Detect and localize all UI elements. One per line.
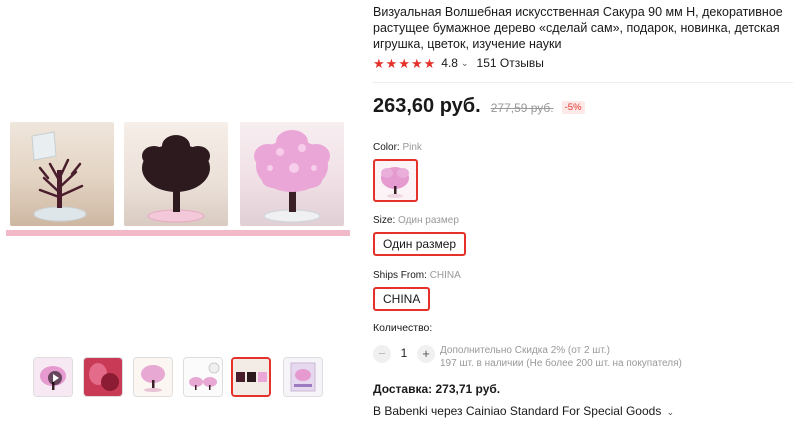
product-photo-step-3 bbox=[240, 122, 344, 226]
thumbnail-strip bbox=[33, 357, 323, 397]
price-row: 263,60 руб. 277,59 руб. -5% bbox=[373, 95, 585, 118]
quantity-stepper: − 1 + bbox=[373, 344, 435, 364]
old-price: 277,59 руб. bbox=[490, 101, 554, 115]
star-icon: ★ bbox=[410, 55, 423, 71]
quantity-label: Количество: bbox=[373, 322, 433, 334]
star-icon: ★ bbox=[385, 55, 398, 71]
rating-value: 4.8 bbox=[441, 56, 458, 70]
thumbnail-3[interactable] bbox=[133, 357, 173, 397]
color-value: Pink bbox=[402, 142, 422, 153]
thumbnail-2[interactable] bbox=[83, 357, 123, 397]
rating-stars: ★ ★ ★ ★ ★ bbox=[373, 57, 435, 70]
reviews-count[interactable]: 151 Отзывы bbox=[477, 56, 544, 70]
color-label: Color: Pink bbox=[373, 142, 422, 153]
shipping-method[interactable]: В Babenki через Cainiao Standard For Spe… bbox=[373, 404, 674, 418]
thumbnail-video[interactable] bbox=[33, 357, 73, 397]
ships-from-label: Ships From: CHINA bbox=[373, 270, 461, 281]
star-icon: ★ bbox=[398, 55, 410, 71]
chevron-down-icon[interactable]: ⌄ bbox=[461, 58, 469, 69]
quantity-info: Дополнительно Скидка 2% (от 2 шт.) 197 ш… bbox=[440, 344, 682, 370]
main-product-image[interactable] bbox=[6, 118, 350, 236]
quantity-value[interactable]: 1 bbox=[395, 346, 413, 360]
size-option-button[interactable]: Один размер bbox=[373, 232, 467, 256]
product-photo-step-2 bbox=[124, 122, 228, 226]
image-bottom-strip bbox=[6, 230, 350, 236]
thumbnail-6[interactable] bbox=[283, 357, 323, 397]
ships-from-option-button[interactable]: CHINA bbox=[373, 287, 431, 311]
play-icon bbox=[48, 371, 62, 385]
chevron-down-icon[interactable]: ⌄ bbox=[667, 407, 675, 417]
rating-row[interactable]: ★ ★ ★ ★ ★ 4.8 ⌄ 151 Отзывы bbox=[373, 55, 544, 71]
quantity-plus-button[interactable]: + bbox=[417, 345, 435, 363]
product-photo-step-1 bbox=[10, 122, 114, 226]
thumbnail-5-selected[interactable] bbox=[231, 357, 271, 397]
delivery-cost: Доставка: 273,71 руб. bbox=[373, 382, 501, 396]
divider bbox=[373, 82, 793, 83]
product-title: Визуальная Волшебная искусственная Сакур… bbox=[373, 5, 783, 51]
star-icon: ★ bbox=[423, 55, 436, 71]
stock-note: 197 шт. в наличии (Не более 200 шт. на п… bbox=[440, 358, 682, 369]
current-price: 263,60 руб. bbox=[373, 95, 481, 117]
star-icon: ★ bbox=[373, 55, 385, 71]
thumbnail-4[interactable] bbox=[183, 357, 223, 397]
size-value: Один размер bbox=[398, 215, 459, 226]
ships-from-value: CHINA bbox=[429, 270, 461, 281]
shipping-method-text[interactable]: В Babenki через Cainiao Standard For Spe… bbox=[373, 404, 661, 418]
color-option-pink[interactable] bbox=[373, 159, 418, 202]
size-label: Size: Один размер bbox=[373, 215, 459, 226]
bulk-discount-note: Дополнительно Скидка 2% (от 2 шт.) bbox=[440, 345, 610, 356]
quantity-minus-button[interactable]: − bbox=[373, 345, 391, 363]
discount-badge: -5% bbox=[561, 101, 585, 114]
